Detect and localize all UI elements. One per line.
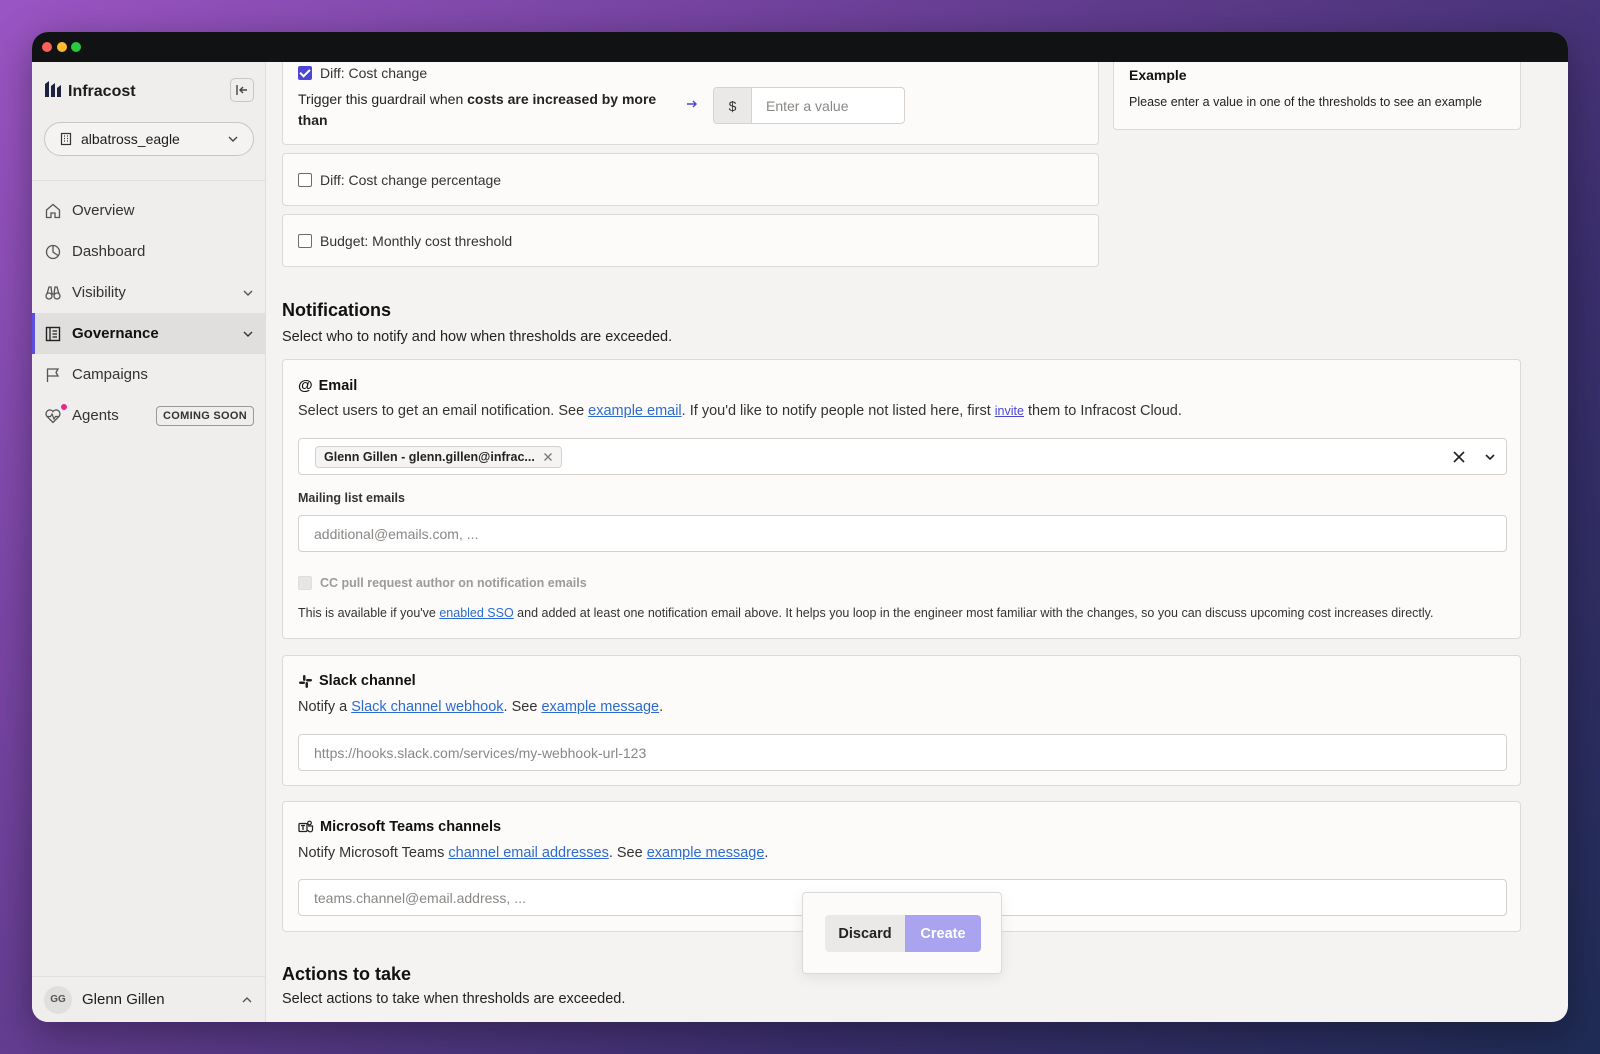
threshold-label: Diff: Cost change <box>320 65 428 81</box>
brand[interactable]: Infracost <box>44 80 136 103</box>
trigger-text: Trigger this guardrail when costs are in… <box>298 91 657 128</box>
chevron-down-icon <box>243 290 253 296</box>
example-card: Example Please enter a value in one of t… <box>1113 62 1521 130</box>
actions-subtitle: Select actions to take when thresholds a… <box>282 991 626 1007</box>
email-users-select[interactable]: Glenn Gillen - glenn.gillen@infrac... <box>298 438 1507 475</box>
cost-threshold-input[interactable]: Enter a value <box>752 88 904 123</box>
user-name: Glenn Gillen <box>82 991 165 1008</box>
mailing-list-label: Mailing list emails <box>298 491 405 505</box>
collapse-sidebar-button[interactable] <box>230 78 254 102</box>
slack-webhook-link[interactable]: Slack channel webhook <box>351 699 503 715</box>
notifications-subtitle: Select who to notify and how when thresh… <box>282 329 673 345</box>
collapse-icon <box>236 85 247 95</box>
chevron-down-icon[interactable] <box>1484 451 1496 463</box>
example-email-link[interactable]: example email <box>588 403 682 419</box>
flag-icon <box>46 367 60 382</box>
minimize-window-button[interactable] <box>57 42 67 52</box>
slack-webhook-input[interactable]: https://hooks.slack.com/services/my-webh… <box>298 734 1507 771</box>
chip-label: Glenn Gillen - glenn.gillen@infrac... <box>324 449 535 464</box>
invite-link[interactable]: invite <box>995 404 1024 418</box>
cc-author-checkbox[interactable] <box>298 576 312 590</box>
heart-pulse-icon <box>45 408 61 423</box>
slack-icon <box>299 674 312 688</box>
coming-soon-badge: COMING SOON <box>156 405 254 426</box>
sidebar-item-label: Dashboard <box>72 243 146 260</box>
avatar: GG <box>44 985 72 1014</box>
notification-dot <box>60 403 68 411</box>
sidebar: Infracost albatross_eagle Overview Dashb… <box>32 62 266 1022</box>
sso-hint: This is available if you've enabled SSO … <box>298 606 1434 620</box>
slack-notification-card: Slack channel Notify a Slack channel web… <box>282 655 1521 786</box>
microsoft-teams-icon <box>298 820 314 832</box>
sidebar-item-campaigns[interactable]: Campaigns <box>32 354 266 395</box>
budget-checkbox[interactable] <box>298 234 312 248</box>
sidebar-item-overview[interactable]: Overview <box>32 190 266 231</box>
sidebar-item-visibility[interactable]: Visibility <box>32 272 266 313</box>
mailing-list-input[interactable]: additional@emails.com, ... <box>298 515 1507 552</box>
threshold-cost-change-percentage-card: Diff: Cost change percentage <box>282 153 1099 206</box>
enabled-sso-link[interactable]: enabled SSO <box>439 606 513 620</box>
brand-name: Infracost <box>68 82 136 100</box>
org-selector[interactable]: albatross_eagle <box>44 122 254 156</box>
cc-author-label: CC pull request author on notification e… <box>320 576 587 590</box>
user-menu[interactable]: GG Glenn Gillen <box>32 976 265 1022</box>
governance-icon <box>45 326 61 341</box>
threshold-label: Diff: Cost change percentage <box>320 172 502 188</box>
cost-change-percentage-checkbox[interactable] <box>298 173 312 187</box>
example-text: Please enter a value in one of the thres… <box>1129 95 1483 109</box>
sidebar-item-agents[interactable]: Agents COMING SOON <box>32 395 266 436</box>
app-window: Infracost albatross_eagle Overview Dashb… <box>32 32 1568 1022</box>
sidebar-item-label: Agents <box>72 407 119 424</box>
remove-chip-icon[interactable] <box>543 452 553 462</box>
home-icon <box>45 203 61 218</box>
maximize-window-button[interactable] <box>71 42 81 52</box>
at-sign-icon: @ <box>298 377 313 394</box>
email-notification-card: @ Email Select users to get an email not… <box>282 359 1521 639</box>
sidebar-nav: Overview Dashboard Visibility Governance… <box>32 190 266 436</box>
threshold-budget-card: Budget: Monthly cost threshold <box>282 214 1099 267</box>
close-window-button[interactable] <box>42 42 52 52</box>
floating-action-bar: Discard Create <box>802 892 1002 974</box>
actions-heading: Actions to take <box>282 964 412 984</box>
teams-description: Notify Microsoft Teams channel email add… <box>298 845 769 861</box>
building-icon <box>60 132 72 146</box>
chevron-up-icon <box>242 996 252 1002</box>
notifications-heading: Notifications <box>282 300 392 320</box>
main-content: Diff: Cost change Trigger this guardrail… <box>266 62 1568 1022</box>
cost-threshold-input-group: $ Enter a value <box>713 87 905 124</box>
teams-title: Microsoft Teams channels <box>320 819 502 835</box>
pie-chart-icon <box>45 244 61 259</box>
chevron-down-icon <box>243 331 253 337</box>
sidebar-item-label: Overview <box>72 202 135 219</box>
teams-example-message-link[interactable]: example message <box>647 845 765 861</box>
email-title: Email <box>318 377 358 394</box>
slack-example-message-link[interactable]: example message <box>541 699 659 715</box>
discard-button[interactable]: Discard <box>825 915 905 952</box>
slack-title: Slack channel <box>319 673 416 689</box>
sidebar-divider <box>32 180 265 181</box>
sidebar-item-label: Governance <box>72 325 159 342</box>
cost-change-checkbox[interactable] <box>298 66 312 80</box>
selected-user-chip: Glenn Gillen - glenn.gillen@infrac... <box>315 445 562 468</box>
sidebar-item-label: Visibility <box>72 284 126 301</box>
chevron-down-icon <box>228 136 238 142</box>
window-titlebar <box>32 32 1568 62</box>
email-description: Select users to get an email notificatio… <box>298 403 1182 419</box>
sidebar-item-governance[interactable]: Governance <box>32 313 266 354</box>
org-name: albatross_eagle <box>81 131 180 147</box>
sidebar-item-dashboard[interactable]: Dashboard <box>32 231 266 272</box>
sidebar-item-label: Campaigns <box>72 366 148 383</box>
example-title: Example <box>1129 67 1187 83</box>
threshold-cost-change-card: Diff: Cost change Trigger this guardrail… <box>282 62 1099 145</box>
slack-description: Notify a Slack channel webhook. See exam… <box>298 699 664 715</box>
arrow-right-icon <box>687 100 697 108</box>
teams-channel-email-link[interactable]: channel email addresses <box>448 845 608 861</box>
threshold-label: Budget: Monthly cost threshold <box>320 233 513 249</box>
clear-icon[interactable] <box>1452 450 1466 464</box>
binoculars-icon <box>45 285 61 300</box>
create-button[interactable]: Create <box>905 915 981 952</box>
currency-prefix: $ <box>714 88 752 123</box>
infracost-logo-icon <box>44 80 62 103</box>
